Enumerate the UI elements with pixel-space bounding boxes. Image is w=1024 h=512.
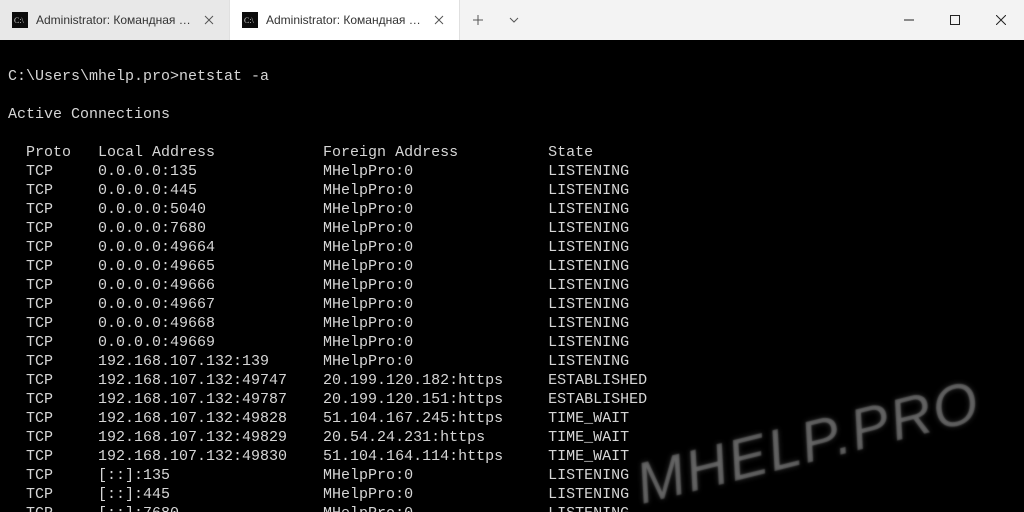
maximize-button[interactable] (932, 0, 978, 40)
close-icon (996, 15, 1006, 25)
svg-text:C:\: C:\ (244, 16, 255, 25)
window-controls (886, 0, 1024, 40)
chevron-down-icon (508, 14, 520, 26)
tabbar-actions (460, 0, 532, 40)
terminal-text: C:\Users\mhelp.pro>netstat -a Active Con… (8, 48, 1016, 512)
minimize-button[interactable] (886, 0, 932, 40)
cmd-icon: C:\ (12, 12, 28, 28)
tab-dropdown-button[interactable] (496, 0, 532, 40)
titlebar: C:\ Administrator: Командная стро C:\ Admin… (0, 0, 1024, 40)
minimize-icon (904, 15, 914, 25)
terminal-output[interactable]: C:\Users\mhelp.pro>netstat -a Active Con… (0, 40, 1024, 512)
svg-text:C:\: C:\ (14, 16, 25, 25)
tab[interactable]: C:\ Administrator: Командная стро (230, 0, 460, 40)
tab[interactable]: C:\ Administrator: Командная стро (0, 0, 230, 40)
titlebar-drag-area[interactable] (532, 0, 886, 40)
close-window-button[interactable] (978, 0, 1024, 40)
tab-close-button[interactable] (431, 12, 447, 28)
maximize-icon (950, 15, 960, 25)
tab-title: Administrator: Командная стро (36, 13, 193, 27)
tab-close-button[interactable] (201, 12, 217, 28)
plus-icon (472, 14, 484, 26)
tab-title: Administrator: Командная стро (266, 13, 423, 27)
cmd-icon: C:\ (242, 12, 258, 28)
terminal-window: C:\ Administrator: Командная стро C:\ Admin… (0, 0, 1024, 512)
tab-strip: C:\ Administrator: Командная стро C:\ Admin… (0, 0, 460, 40)
new-tab-button[interactable] (460, 0, 496, 40)
